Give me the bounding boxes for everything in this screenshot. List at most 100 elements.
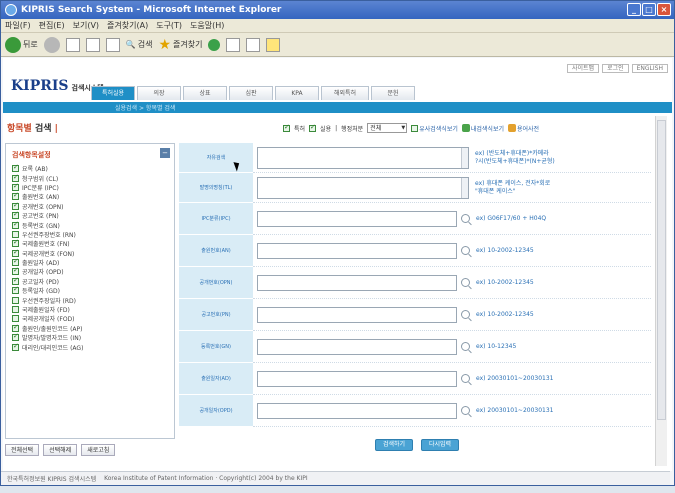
menu-view[interactable]: 보기(V) [73,20,99,31]
status-select[interactable]: 전체 [367,123,408,133]
field-checkbox[interactable] [12,285,19,295]
top-link-sitemap[interactable]: 사이트맵 [566,64,600,73]
sidebar-field-item[interactable]: 공개번호 (OPN) [12,201,174,211]
query-input[interactable] [257,242,457,259]
sidebar-collapse-button[interactable]: − [160,148,170,158]
query-textarea[interactable] [257,176,469,199]
stop-icon[interactable] [65,37,80,52]
field-checkbox[interactable] [12,201,19,210]
dictionary-link[interactable]: 용어사전 [507,124,539,133]
magnifier-icon[interactable] [461,406,470,415]
magnifier-icon[interactable] [461,246,470,255]
field-checkbox[interactable] [12,182,19,191]
field-checkbox[interactable] [12,332,19,342]
search-button[interactable]: 🔍 검색 [126,39,153,50]
magnifier-icon[interactable] [461,342,470,351]
tab-trademark[interactable]: 상표 [183,86,227,100]
forward-button[interactable] [43,36,60,53]
sidebar-field-item[interactable]: 공개일자 (OPD) [12,266,174,276]
print-icon[interactable] [246,37,261,52]
field-checkbox[interactable] [12,266,19,276]
field-checkbox[interactable] [12,248,19,257]
textarea-scrollbar[interactable] [461,177,468,198]
field-checkbox[interactable] [12,257,19,267]
deselect-button[interactable]: 선택해제 [43,444,78,456]
utility-checkbox[interactable] [309,123,317,132]
back-button[interactable]: 뒤로 [5,36,38,53]
search-submit-button[interactable]: 검색하기 [375,439,413,451]
tab-literature[interactable]: 문헌 [371,86,415,100]
mail-icon[interactable] [226,37,241,52]
tab-design[interactable]: 의장 [137,86,181,100]
top-link-login[interactable]: 로그인 [602,64,629,73]
refresh-button[interactable]: 새로고침 [81,444,116,456]
tab-kpa[interactable]: KPA [275,86,319,100]
similar-query-link[interactable]: 유사검색식보기 [411,124,458,133]
field-checkbox[interactable] [12,276,19,285]
field-checkbox[interactable] [12,210,19,220]
field-checkbox[interactable] [12,163,19,173]
tab-overseas[interactable]: 해외특허 [321,86,369,100]
sidebar-field-item[interactable]: 우선권주장번호 (RN) [12,230,174,239]
menu-tools[interactable]: 도구(T) [156,20,182,31]
query-input[interactable] [257,274,457,291]
sidebar-field-item[interactable]: 등록번호 (GN) [12,220,174,230]
query-textarea[interactable] [257,146,469,169]
sidebar-field-item[interactable]: IPC분류 (IPC) [12,182,174,192]
textarea-scrollbar[interactable] [461,147,468,168]
select-all-button[interactable]: 전체선택 [5,444,40,456]
tab-trial[interactable]: 심판 [229,86,273,100]
field-checkbox[interactable] [12,306,19,314]
field-checkbox[interactable] [12,315,19,323]
query-input[interactable] [257,210,457,227]
folder-icon[interactable] [266,37,281,52]
sidebar-field-item[interactable]: 청구범위 (CL) [12,173,174,183]
maximize-button[interactable]: □ [642,3,656,16]
sidebar-field-item[interactable]: 국제공개일자 (FOD) [12,314,174,323]
sidebar-field-item[interactable]: 국제공개번호 (FON) [12,248,174,258]
field-checkbox[interactable] [12,238,19,248]
query-input[interactable] [257,306,457,323]
magnifier-icon[interactable] [461,214,470,223]
minimize-button[interactable]: _ [627,3,641,16]
top-link-english[interactable]: ENGLISH [631,64,668,73]
sidebar-field-item[interactable]: 출원인/출원인코드 (AP) [12,323,174,333]
sidebar-field-item[interactable]: 국제출원일자 (FD) [12,305,174,314]
sidebar-field-item[interactable]: 국제출원번호 (FN) [12,238,174,248]
sidebar-field-item[interactable]: 등록일자 (GD) [12,285,174,295]
query-input[interactable] [257,402,457,419]
site-logo[interactable]: KIPRIS 검색시스템 [11,78,104,94]
home-icon[interactable] [105,37,120,52]
close-button[interactable]: × [657,3,671,16]
query-input[interactable] [257,338,457,355]
sidebar-field-item[interactable]: 우선권주장일자 (RD) [12,295,174,305]
patent-checkbox[interactable] [283,123,290,132]
sidebar-field-item[interactable]: 대리인/대리인코드 (AG) [12,342,174,352]
menu-favorites[interactable]: 즐겨찾기(A) [107,20,148,31]
menu-file[interactable]: 파일(F) [5,20,31,31]
field-checkbox[interactable] [12,342,19,351]
media-icon[interactable] [208,38,221,51]
sidebar-field-item[interactable]: 출원번호 (AN) [12,191,174,201]
field-checkbox[interactable] [12,230,19,238]
sidebar-field-item[interactable]: 출원일자 (AD) [12,257,174,267]
my-query-link[interactable]: 내검색식보기 [461,124,504,133]
field-checkbox[interactable] [12,220,19,229]
page-scrollbar[interactable] [655,116,667,466]
scrollbar-thumb[interactable] [657,120,666,420]
field-checkbox[interactable] [12,296,19,304]
menu-help[interactable]: 도움말(H) [190,20,224,31]
query-input[interactable] [257,370,457,387]
field-checkbox[interactable] [12,173,19,182]
sidebar-field-item[interactable]: 공고번호 (PN) [12,210,174,220]
sidebar-field-item[interactable]: 발명자/발명자코드 (IN) [12,332,174,342]
favorites-button[interactable]: ★ 즐겨찾기 [158,37,202,53]
refresh-icon[interactable] [85,37,100,52]
field-checkbox[interactable] [12,191,19,201]
sidebar-field-item[interactable]: 공고일자 (PD) [12,276,174,286]
sidebar-field-item[interactable]: 요록 (AB) [12,163,174,173]
field-checkbox[interactable] [12,323,19,332]
tab-patent[interactable]: 특허실용 [91,86,135,100]
magnifier-icon[interactable] [461,310,470,319]
reset-button[interactable]: 다시입력 [421,439,459,451]
